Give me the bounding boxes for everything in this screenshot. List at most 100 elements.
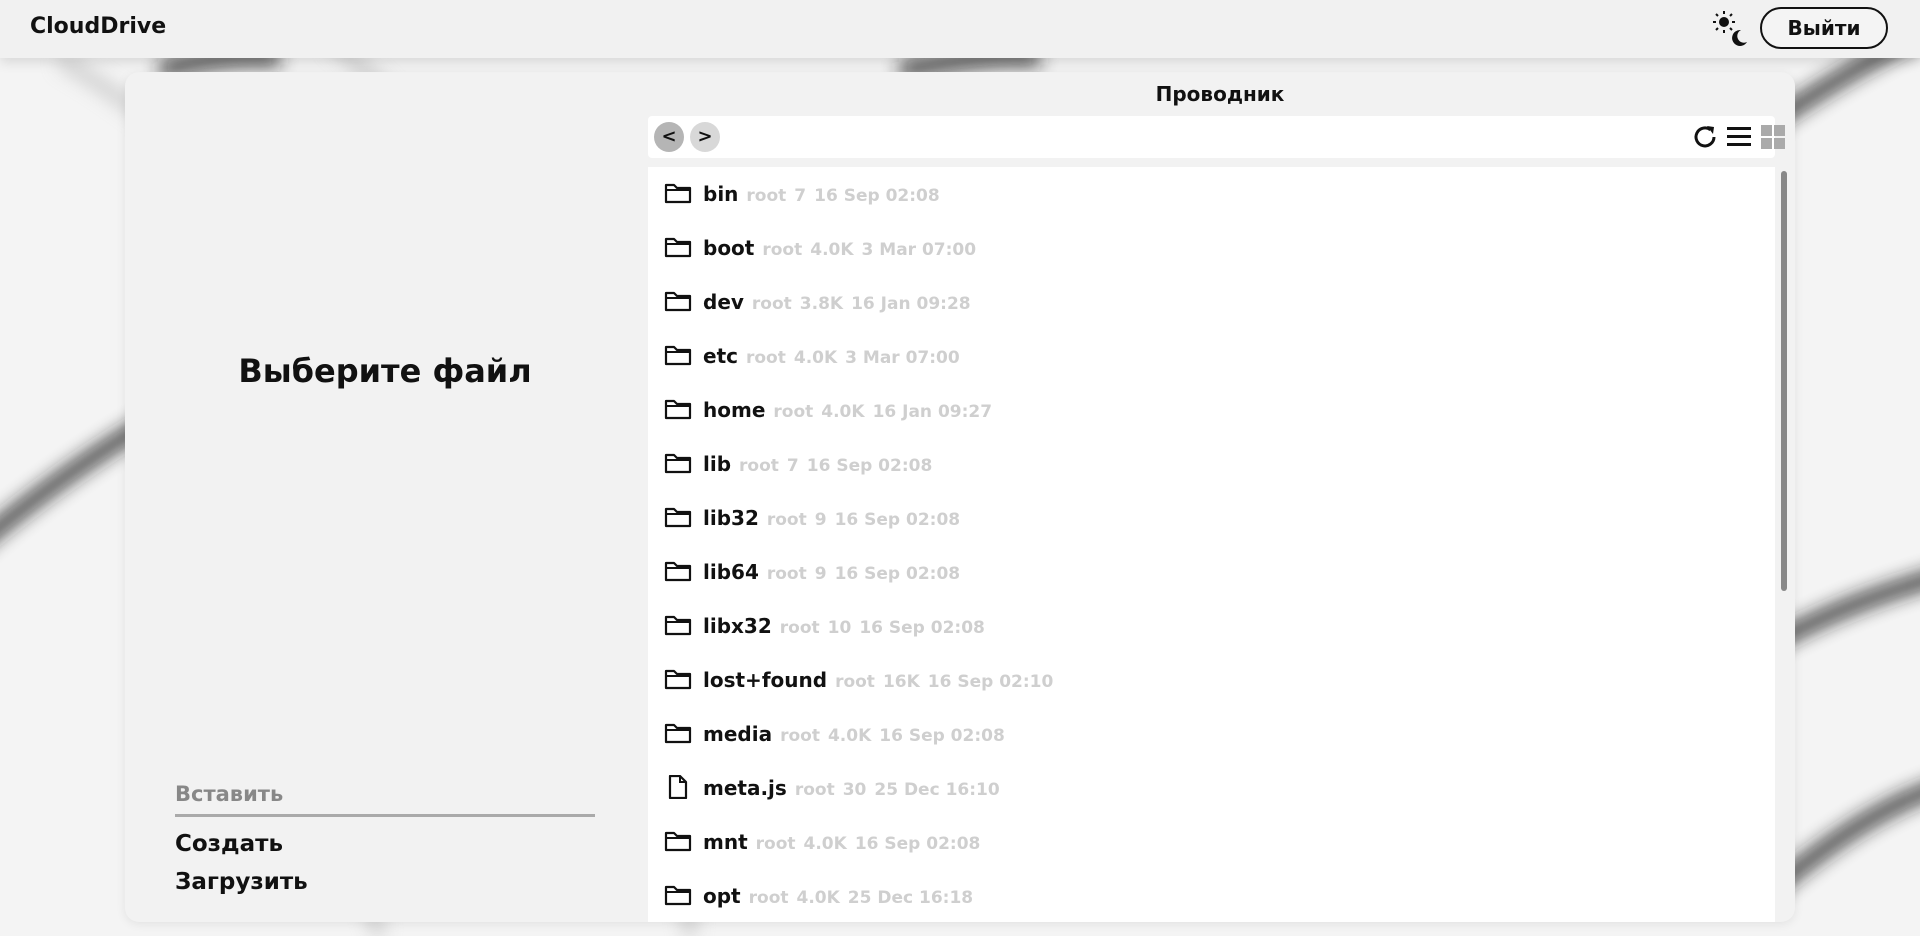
item-name: lost+found	[703, 668, 828, 692]
item-size: 4.0K	[821, 402, 865, 422]
file-icon	[664, 774, 692, 800]
item-size: 10	[827, 618, 852, 638]
item-owner: root	[779, 618, 820, 638]
list-item[interactable]: home root 4.0K 16 Jan 09:27	[648, 383, 1748, 437]
list-item[interactable]: bin root 7 16 Sep 02:08	[648, 167, 1748, 221]
list-view-icon[interactable]	[1725, 123, 1753, 151]
folder-icon	[664, 667, 692, 691]
item-info: libx32 root 10 16 Sep 02:08	[703, 613, 993, 641]
item-owner: root	[780, 726, 820, 746]
list-item[interactable]: lib root 7 16 Sep 02:08	[648, 437, 1748, 491]
item-owner: root	[745, 348, 786, 368]
item-name: dev	[703, 290, 744, 314]
folder-icon	[664, 451, 692, 475]
item-owner: root	[751, 294, 792, 314]
app-title: CloudDrive	[30, 14, 167, 39]
list-item[interactable]: lib32 root 9 16 Sep 02:08	[648, 491, 1748, 545]
item-date: 16 Sep 02:08	[854, 834, 981, 854]
item-size: 9	[814, 510, 827, 530]
item-name: etc	[703, 344, 738, 368]
item-size: 7	[786, 456, 799, 476]
item-owner: root	[773, 402, 814, 422]
refresh-icon[interactable]	[1691, 123, 1719, 151]
item-size: 30	[842, 780, 867, 800]
folder-icon	[664, 397, 692, 421]
list-item[interactable]: meta.js root 30 25 Dec 16:10	[648, 761, 1748, 815]
select-file-placeholder: Выберите файл	[238, 352, 532, 390]
item-info: lib32 root 9 16 Sep 02:08	[703, 505, 968, 533]
item-name: boot	[703, 236, 755, 260]
item-info: home root 4.0K 16 Jan 09:27	[703, 397, 1000, 425]
list-item[interactable]: etc root 4.0K 3 Mar 07:00	[648, 329, 1748, 383]
logout-button[interactable]: Выйти	[1760, 7, 1888, 49]
upload-button[interactable]: Загрузить	[175, 869, 595, 907]
item-size: 9	[814, 564, 827, 584]
list-item[interactable]: boot root 4.0K 3 Mar 07:00	[648, 221, 1748, 275]
sun-moon-icon[interactable]	[1710, 10, 1750, 48]
item-info: bin root 7 16 Sep 02:08	[703, 181, 948, 209]
item-owner: root	[835, 672, 875, 692]
item-owner: root	[766, 510, 807, 530]
item-size: 4.0K	[810, 240, 854, 260]
folder-icon	[664, 613, 692, 637]
item-size: 4.0K	[803, 834, 847, 854]
item-name: meta.js	[703, 776, 787, 800]
list-item[interactable]: lost+found root 16K 16 Sep 02:10	[648, 653, 1748, 707]
create-button[interactable]: Создать	[175, 831, 595, 869]
item-date: 16 Sep 02:08	[814, 186, 940, 206]
item-name: home	[703, 398, 766, 422]
list-item[interactable]: libx32 root 10 16 Sep 02:08	[648, 599, 1748, 653]
item-date: 3 Mar 07:00	[861, 240, 977, 260]
item-name: libx32	[703, 614, 772, 638]
item-date: 16 Sep 02:08	[806, 456, 933, 476]
item-owner: root	[755, 834, 796, 854]
folder-icon	[664, 181, 692, 205]
item-date: 25 Dec 16:10	[874, 780, 1000, 800]
grid-view-icon[interactable]	[1759, 123, 1787, 151]
list-item[interactable]: opt root 4.0K 25 Dec 16:18	[648, 869, 1748, 922]
item-date: 16 Sep 02:08	[879, 726, 1005, 746]
item-date: 16 Jan 09:27	[872, 402, 993, 422]
item-owner: root	[746, 186, 787, 206]
item-size: 4.0K	[827, 726, 872, 746]
main-card: Выберите файл Вставить Создать Загрузить…	[125, 72, 1795, 922]
scrollbar[interactable]	[1780, 167, 1788, 922]
item-info: lost+found root 16K 16 Sep 02:10	[703, 667, 1061, 695]
folder-icon	[664, 343, 692, 367]
item-date: 16 Jan 09:28	[851, 294, 971, 314]
list-item[interactable]: mnt root 4.0K 16 Sep 02:08	[648, 815, 1748, 869]
item-owner: root	[766, 564, 807, 584]
item-info: etc root 4.0K 3 Mar 07:00	[703, 343, 968, 371]
item-name: bin	[703, 182, 739, 206]
folder-icon	[664, 721, 692, 745]
item-date: 25 Dec 16:18	[847, 888, 974, 908]
item-info: boot root 4.0K 3 Mar 07:00	[703, 235, 984, 263]
forward-button[interactable]: >	[690, 122, 720, 152]
item-name: mnt	[703, 830, 748, 854]
item-size: 16K	[882, 672, 920, 692]
folder-icon	[664, 559, 692, 583]
folder-icon	[664, 235, 692, 259]
paste-button[interactable]: Вставить	[175, 782, 595, 817]
item-date: 16 Sep 02:08	[859, 618, 985, 638]
list-item[interactable]: dev root 3.8K 16 Jan 09:28	[648, 275, 1748, 329]
item-owner: root	[794, 780, 835, 800]
item-info: lib64 root 9 16 Sep 02:08	[703, 559, 968, 587]
item-info: opt root 4.0K 25 Dec 16:18	[703, 883, 981, 911]
folder-icon	[664, 505, 692, 529]
back-button[interactable]: <	[654, 122, 684, 152]
top-bar: CloudDrive Выйти	[0, 0, 1920, 58]
item-owner: root	[748, 888, 789, 908]
list-item[interactable]: media root 4.0K 16 Sep 02:08	[648, 707, 1748, 761]
explorer-title: Проводник	[1155, 82, 1285, 106]
scroll-thumb[interactable]	[1781, 171, 1787, 591]
item-info: lib root 7 16 Sep 02:08	[703, 451, 940, 479]
list-item[interactable]: lib64 root 9 16 Sep 02:08	[648, 545, 1748, 599]
preview-panel: Выберите файл Вставить Создать Загрузить	[125, 72, 645, 922]
item-name: lib	[703, 452, 732, 476]
item-size: 7	[794, 186, 807, 206]
item-date: 16 Sep 02:08	[834, 510, 961, 530]
item-owner: root	[762, 240, 803, 260]
item-info: meta.js root 30 25 Dec 16:10	[703, 775, 1008, 803]
file-list: bin root 7 16 Sep 02:08 boot root 4.0K 3 Mar 07…	[648, 167, 1775, 922]
